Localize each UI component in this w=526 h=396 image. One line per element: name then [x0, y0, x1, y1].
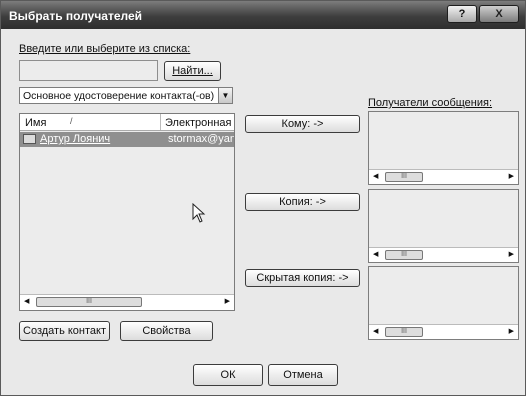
properties-button[interactable]: Свойства: [120, 321, 213, 341]
column-divider[interactable]: [160, 114, 161, 130]
bcc-button-label: Скрытая копия: ->: [256, 272, 349, 284]
contact-card-icon: [23, 134, 36, 144]
title-bar[interactable]: Выбрать получателей ? X: [1, 1, 525, 29]
new-contact-label: Создать контакт: [23, 325, 106, 337]
scrollbar-thumb[interactable]: III: [36, 297, 142, 307]
contact-email: stormax@yand: [168, 133, 235, 145]
ok-label: ОК: [220, 369, 236, 381]
cancel-button[interactable]: Отмена: [268, 364, 338, 386]
address-book-select[interactable]: Основное удостоверение контакта(-ов) ▼: [19, 87, 233, 104]
scroll-left-icon[interactable]: ◀: [373, 172, 378, 180]
scrollbar-thumb[interactable]: III: [385, 250, 423, 260]
to-recipients-box[interactable]: ◀ III ▶: [368, 111, 519, 185]
bcc-horizontal-scrollbar[interactable]: ◀ III ▶: [369, 324, 518, 339]
cc-horizontal-scrollbar[interactable]: ◀ III ▶: [369, 247, 518, 262]
cc-button-label: Копия: ->: [279, 196, 326, 208]
cc-button[interactable]: Копия: ->: [245, 193, 360, 211]
new-contact-button[interactable]: Создать контакт: [19, 321, 110, 341]
window-title: Выбрать получателей: [9, 9, 143, 23]
scrollbar-thumb[interactable]: III: [385, 172, 423, 182]
find-button-label: Найти...: [172, 65, 213, 77]
cancel-label: Отмена: [283, 369, 323, 381]
search-input[interactable]: [19, 60, 158, 81]
list-item[interactable]: Артур Лоянич stormax@yand: [20, 132, 234, 147]
select-recipients-dialog: Выбрать получателей ? X Введите или выбе…: [0, 0, 526, 396]
contacts-list-header: Имя / Электронная: [20, 114, 234, 131]
mouse-pointer-icon: [192, 203, 206, 223]
scroll-left-icon[interactable]: ◀: [24, 297, 29, 305]
bcc-button[interactable]: Скрытая копия: ->: [245, 269, 360, 287]
contact-name: Артур Лоянич: [40, 133, 111, 145]
scroll-right-icon[interactable]: ▶: [509, 250, 514, 258]
to-button[interactable]: Кому: ->: [245, 115, 360, 133]
scroll-right-icon[interactable]: ▶: [509, 327, 514, 335]
close-button[interactable]: X: [479, 5, 519, 23]
scroll-left-icon[interactable]: ◀: [373, 327, 378, 335]
scroll-right-icon[interactable]: ▶: [509, 172, 514, 180]
column-header-name[interactable]: Имя: [25, 117, 46, 129]
scroll-right-icon[interactable]: ▶: [225, 297, 230, 305]
search-label: Введите или выберите из списка:: [19, 43, 191, 55]
bcc-recipients-box[interactable]: ◀ III ▶: [368, 266, 519, 340]
column-header-email[interactable]: Электронная: [165, 117, 232, 129]
to-button-label: Кому: ->: [281, 118, 324, 130]
cc-recipients-box[interactable]: ◀ III ▶: [368, 189, 519, 263]
chevron-down-icon[interactable]: ▼: [218, 88, 232, 103]
address-book-selected-value: Основное удостоверение контакта(-ов): [23, 90, 215, 102]
ok-button[interactable]: ОК: [193, 364, 263, 386]
properties-label: Свойства: [142, 325, 191, 337]
scrollbar-thumb[interactable]: III: [385, 327, 423, 337]
help-button[interactable]: ?: [447, 5, 477, 23]
recipients-label: Получатели сообщения:: [368, 97, 493, 109]
scroll-left-icon[interactable]: ◀: [373, 250, 378, 258]
find-button[interactable]: Найти...: [164, 61, 221, 81]
contacts-horizontal-scrollbar[interactable]: ◀ III ▶: [20, 294, 234, 310]
sort-ascending-icon: /: [70, 116, 73, 126]
to-horizontal-scrollbar[interactable]: ◀ III ▶: [369, 169, 518, 184]
